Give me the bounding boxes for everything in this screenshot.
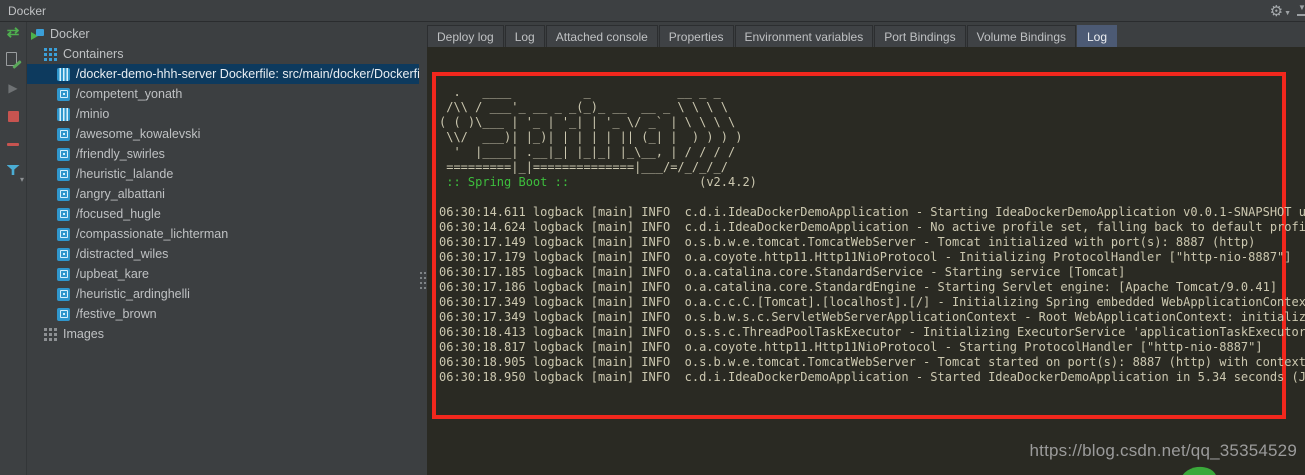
container-item[interactable]: /friendly_swirles xyxy=(27,144,419,164)
container-stopped-icon xyxy=(57,207,70,221)
tree-item-label: Docker xyxy=(50,27,90,41)
container-stopped-icon xyxy=(57,167,70,181)
stop-icon[interactable] xyxy=(4,107,22,125)
tree-item-label: /angry_albattani xyxy=(76,187,165,201)
container-stopped-icon xyxy=(57,187,70,201)
tab-deploy-log[interactable]: Deploy log xyxy=(427,25,504,47)
container-stopped-icon xyxy=(57,307,70,321)
tab-attached-console[interactable]: Attached console xyxy=(545,25,658,47)
tree-item-label: /friendly_swirles xyxy=(76,147,165,161)
tree-item-label: /heuristic_lalande xyxy=(76,167,174,181)
container-item[interactable]: /minio xyxy=(27,104,419,124)
window-title: Docker xyxy=(8,3,47,18)
docker-tool-window: Docker ⚙ ▼ ⇄▶ DockerContainers/docker-de… xyxy=(0,0,1305,475)
tree-item-label: /competent_yonath xyxy=(76,87,183,101)
tree-item-label: /festive_brown xyxy=(76,307,157,321)
container-stopped-icon xyxy=(57,287,70,301)
container-item[interactable]: /heuristic_ardinghelli xyxy=(27,284,419,304)
run-icon[interactable]: ▶ xyxy=(4,79,22,97)
tab-log-selected[interactable]: Log xyxy=(1077,25,1118,47)
container-item[interactable]: /awesome_kowalevski xyxy=(27,124,419,144)
tab-environment-variables[interactable]: Environment variables xyxy=(734,25,874,47)
splitter-grip-icon[interactable] xyxy=(420,272,426,294)
sidebar-group-containers[interactable]: Containers xyxy=(27,44,419,64)
gear-icon[interactable]: ⚙ xyxy=(1270,4,1283,19)
tab-bar: Deploy log Log Attached console Properties E… xyxy=(427,22,1305,47)
tab-log[interactable]: Log xyxy=(504,25,545,47)
console-panel: Deploy log Log Attached console Properties E… xyxy=(427,22,1305,475)
filter-icon[interactable] xyxy=(4,163,24,184)
container-running-icon xyxy=(57,67,70,81)
spring-boot-label: :: Spring Boot :: xyxy=(439,175,570,189)
tree-item-label: /awesome_kowalevski xyxy=(76,127,201,141)
tree-item-label: /distracted_wiles xyxy=(76,247,169,261)
container-item[interactable]: /compassionate_lichterman xyxy=(27,224,419,244)
redeploy-icon[interactable] xyxy=(4,51,22,69)
images-group-icon xyxy=(44,327,57,341)
sidebar-root-docker[interactable]: Docker xyxy=(27,24,419,44)
log-output-area[interactable]: . ____ _ __ _ _ /\\ / ___'_ __ _ _(_)_ _… xyxy=(427,47,1305,475)
container-stopped-icon xyxy=(57,147,70,161)
tree-item-label: /focused_hugle xyxy=(76,207,161,221)
container-stopped-icon xyxy=(57,87,70,101)
tree-item-label: /docker-demo-hhh-server Dockerfile: src/… xyxy=(76,67,419,81)
container-item[interactable]: /focused_hugle xyxy=(27,204,419,224)
chevron-down-icon[interactable]: ▼ xyxy=(1284,10,1291,17)
container-item[interactable]: /angry_albattani xyxy=(27,184,419,204)
delete-icon[interactable] xyxy=(4,135,22,153)
sidebar-group-images[interactable]: Images xyxy=(27,324,419,344)
tree-item-label: Containers xyxy=(63,47,124,61)
container-item[interactable]: /docker-demo-hhh-server Dockerfile: src/… xyxy=(27,64,419,84)
tab-volume-bindings[interactable]: Volume Bindings xyxy=(966,25,1076,47)
watermark-url: https://blog.csdn.net/qq_35354529 xyxy=(1029,441,1297,460)
docker-tree: Docker Containers/docker-demo-hhh-server … xyxy=(27,22,419,475)
panel-splitter[interactable] xyxy=(419,22,427,475)
tree-item-label: Images xyxy=(63,327,104,341)
titlebar: Docker ⚙ ▼ xyxy=(0,0,1305,22)
tool-strip: ⇄ ▶ xyxy=(0,22,27,475)
tree-item-label: /compassionate_lichterman xyxy=(76,227,229,241)
container-stopped-icon xyxy=(57,227,70,241)
tree-item-label: /minio xyxy=(76,107,110,121)
tab-port-bindings[interactable]: Port Bindings xyxy=(874,25,966,47)
container-item[interactable]: /distracted_wiles xyxy=(27,244,419,264)
docker-node-icon xyxy=(31,28,44,41)
container-item[interactable]: /upbeat_kare xyxy=(27,264,419,284)
tab-properties[interactable]: Properties xyxy=(658,25,734,47)
container-item[interactable]: /festive_brown xyxy=(27,304,419,324)
container-stopped-icon xyxy=(57,127,70,141)
tree-item-label: /upbeat_kare xyxy=(76,267,149,281)
container-stopped-icon xyxy=(57,247,70,261)
container-item[interactable]: /competent_yonath xyxy=(27,84,419,104)
container-item[interactable]: /heuristic_lalande xyxy=(27,164,419,184)
hide-panel-icon[interactable] xyxy=(1297,3,1305,18)
container-stopped-icon xyxy=(57,267,70,281)
containers-group-icon xyxy=(44,47,57,61)
container-running-icon xyxy=(57,107,70,121)
log-text: . ____ _ __ _ _ /\\ / ___'_ __ _ _(_)_ _… xyxy=(439,85,1305,384)
refresh-icon[interactable]: ⇄ xyxy=(4,23,22,41)
tree-item-label: /heuristic_ardinghelli xyxy=(76,287,190,301)
